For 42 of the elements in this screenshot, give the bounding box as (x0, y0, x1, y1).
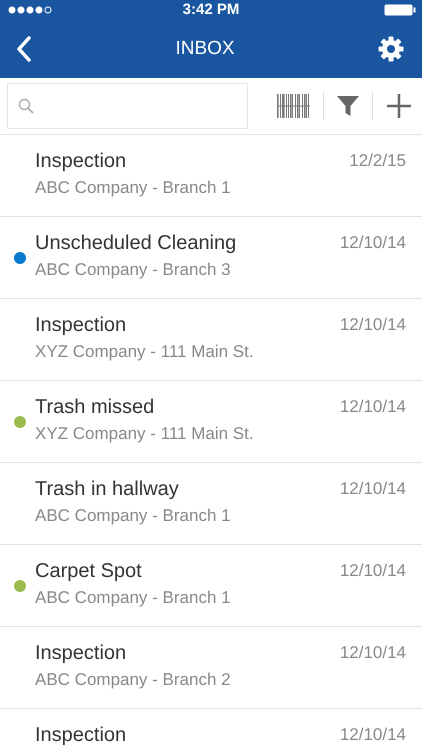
screen-title: INBOX (175, 38, 235, 60)
search-field[interactable] (7, 83, 248, 129)
message-row[interactable]: Inspection ABC Company - Branch 1 12/2/15 (0, 135, 422, 216)
message-location: ABC Company - Branch 1 (35, 177, 232, 199)
message-location: XYZ Company - 111 Main St. (35, 423, 255, 445)
message-title: Carpet Spot (35, 559, 143, 584)
message-row[interactable]: Unscheduled Cleaning ABC Company - Branch 3 12/10/14 (0, 217, 422, 298)
message-title: Trash missed (35, 395, 156, 420)
message-title: Inspection (35, 149, 128, 174)
message-date: 12/2/15 (349, 150, 406, 172)
message-location: ABC Company - Branch 1 (35, 505, 232, 527)
barcode-icon[interactable] (277, 94, 310, 118)
message-title: Unscheduled Cleaning (35, 231, 238, 256)
back-icon[interactable] (16, 36, 32, 62)
message-date: 12/10/14 (340, 478, 406, 500)
message-location: XYZ Company - 111 Main St. (35, 341, 255, 363)
settings-icon[interactable] (378, 36, 404, 62)
search-icon (18, 98, 34, 114)
message-title: Trash in hallway (35, 477, 180, 502)
message-date: 12/10/14 (340, 642, 406, 664)
message-row[interactable]: Carpet Spot ABC Company - Branch 1 12/10/14 (0, 545, 422, 626)
message-title: Inspection (35, 313, 128, 338)
message-row[interactable]: Inspection XYZ Company - 111 Main St. 12/10/14 (0, 299, 422, 380)
message-location: ABC Company - Branch 1 (35, 587, 232, 609)
filter-icon[interactable] (337, 95, 359, 117)
message-title: Inspection (35, 723, 128, 748)
message-location: ABC Company - Branch 2 (35, 669, 232, 691)
message-date: 12/10/14 (340, 232, 406, 254)
message-date: 12/10/14 (340, 396, 406, 418)
message-title: Inspection (35, 641, 128, 666)
message-date: 12/10/14 (340, 560, 406, 582)
add-icon[interactable] (386, 93, 412, 119)
message-date: 12/10/14 (340, 724, 406, 746)
status-time: 3:42 PM (182, 0, 240, 20)
message-row[interactable]: Inspection 12/10/14 (0, 709, 422, 750)
message-location: ABC Company - Branch 3 (35, 259, 232, 281)
message-row[interactable]: Inspection ABC Company - Branch 2 12/10/14 (0, 627, 422, 708)
signal-icon (8, 6, 54, 14)
message-date: 12/10/14 (340, 314, 406, 336)
message-row[interactable]: Trash missed XYZ Company - 111 Main St. 12/10/14 (0, 381, 422, 462)
message-row[interactable]: Trash in hallway ABC Company - Branch 1 12/10/14 (0, 463, 422, 544)
battery-icon (384, 4, 416, 16)
